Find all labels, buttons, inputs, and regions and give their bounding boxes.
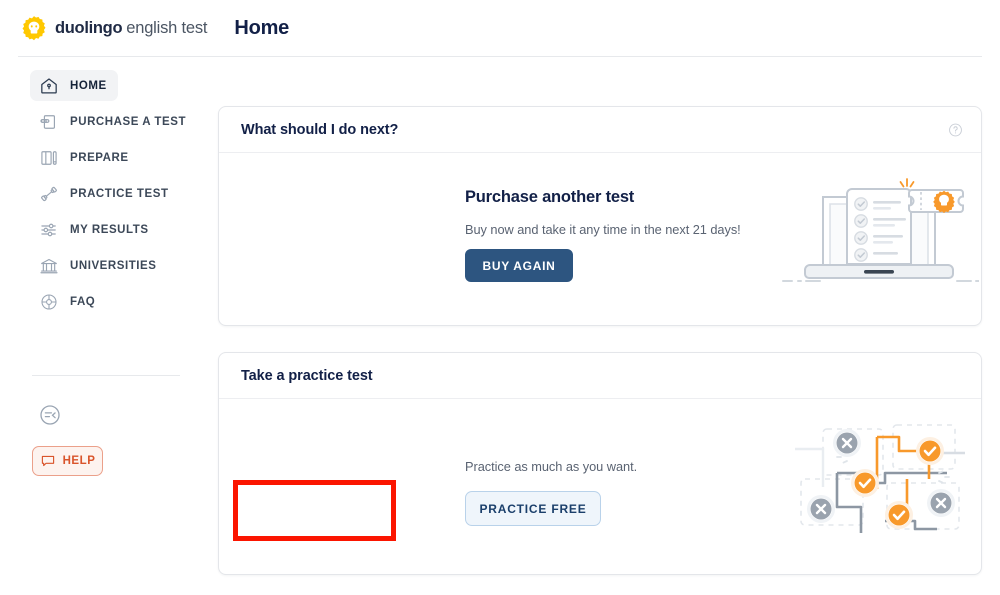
dumbbell-icon bbox=[38, 183, 59, 204]
card-header: Take a practice test bbox=[219, 353, 981, 399]
take-a-practice-test-card: Take a practice test Practice as much as… bbox=[218, 352, 982, 575]
what-should-i-do-next-card: What should I do next? Purchase another … bbox=[218, 106, 982, 326]
sliders-icon bbox=[38, 219, 59, 240]
sidebar-item-label: PRACTICE TEST bbox=[70, 187, 169, 200]
practice-description: Practice as much as you want. bbox=[465, 459, 638, 474]
sidebar-item-label: PREPARE bbox=[70, 151, 129, 164]
sidebar-divider bbox=[32, 375, 180, 376]
collapse-sidebar-icon[interactable] bbox=[38, 403, 62, 427]
segmented-circle-icon bbox=[38, 291, 59, 312]
sidebar-item-label: UNIVERSITIES bbox=[70, 259, 157, 272]
question-mark-circle-icon[interactable] bbox=[948, 122, 963, 137]
laptop-checklist-ticket-illustration bbox=[779, 171, 980, 296]
brand-wordmark[interactable]: duolingo english test bbox=[55, 19, 208, 38]
sidebar-item-prepare[interactable]: PREPARE bbox=[30, 142, 140, 173]
help-button[interactable]: HELP bbox=[32, 446, 103, 476]
header-divider bbox=[18, 56, 982, 57]
sidebar-item-label: MY RESULTS bbox=[70, 223, 149, 236]
sidebar-item-label: FAQ bbox=[70, 295, 96, 308]
purchase-another-test-description: Buy now and take it any time in the next… bbox=[465, 222, 741, 237]
purchase-another-test-heading: Purchase another test bbox=[465, 188, 635, 206]
maze-check-cross-illustration bbox=[789, 417, 984, 547]
duolingo-owl-badge-icon[interactable] bbox=[20, 15, 48, 43]
sidebar-item-my-results[interactable]: MY RESULTS bbox=[30, 214, 160, 245]
card-body: Purchase another test Buy now and take i… bbox=[219, 153, 981, 325]
page-title: Home bbox=[234, 17, 290, 39]
brand-name-english-test: english test bbox=[126, 19, 208, 37]
duolingo-english-test-home-page: duolingo english test Home HOME PURCHASE… bbox=[0, 0, 1000, 595]
help-button-label: HELP bbox=[62, 455, 96, 467]
card-body: Practice as much as you want. PRACTICE F… bbox=[219, 399, 981, 574]
sidebar-item-label: HOME bbox=[70, 79, 107, 92]
sidebar-item-faq[interactable]: FAQ bbox=[30, 286, 106, 317]
app-header: duolingo english test Home bbox=[0, 0, 1000, 57]
ticket-icon bbox=[38, 111, 59, 132]
sidebar-item-practice-test[interactable]: PRACTICE TEST bbox=[30, 178, 180, 209]
brand-name-duolingo: duolingo bbox=[55, 19, 123, 37]
book-pen-icon bbox=[38, 147, 59, 168]
sidebar-item-purchase-a-test[interactable]: PURCHASE A TEST bbox=[30, 106, 197, 137]
sidebar-menu: HOME PURCHASE A TEST PREPARE PRACTICE TE… bbox=[0, 70, 200, 317]
practice-free-button[interactable]: PRACTICE FREE bbox=[465, 491, 601, 526]
card-header: What should I do next? bbox=[219, 107, 981, 153]
card-header-title: Take a practice test bbox=[241, 367, 373, 384]
sidebar-item-label: PURCHASE A TEST bbox=[70, 115, 187, 128]
card-header-title: What should I do next? bbox=[241, 121, 399, 138]
bank-icon bbox=[38, 255, 59, 276]
sidebar-navigation: HOME PURCHASE A TEST PREPARE PRACTICE TE… bbox=[0, 70, 200, 476]
speech-bubble-icon bbox=[40, 453, 56, 469]
sidebar-item-universities[interactable]: UNIVERSITIES bbox=[30, 250, 167, 281]
home-icon bbox=[38, 75, 59, 96]
buy-again-button[interactable]: BUY AGAIN bbox=[465, 249, 573, 282]
sidebar-item-home[interactable]: HOME bbox=[30, 70, 118, 101]
